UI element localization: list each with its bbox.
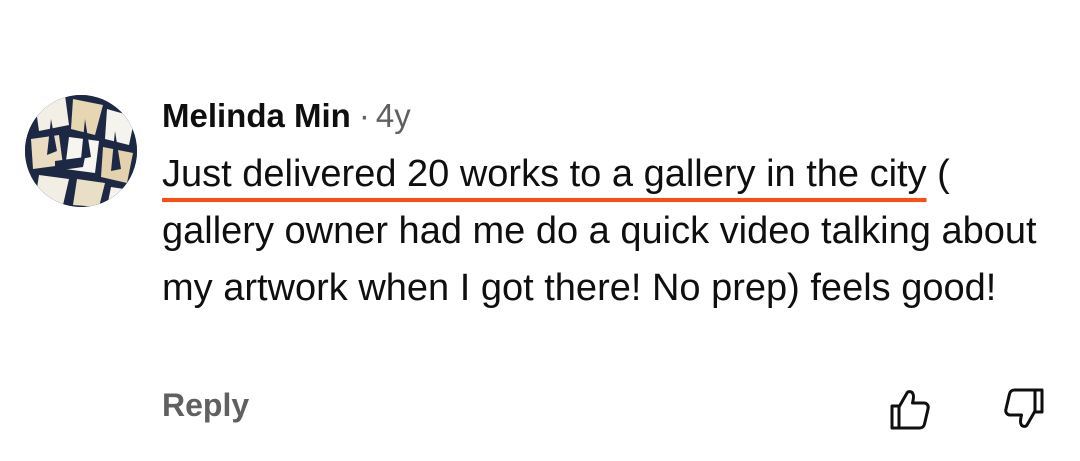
comment-text: Just delivered 20 works to a gallery in … xyxy=(162,146,1052,317)
comment-header: Melinda Min · 4y xyxy=(162,92,1062,140)
comment-body: Melinda Min · 4y Just delivered 20 works t… xyxy=(162,92,1062,317)
like-button[interactable] xyxy=(886,385,934,433)
dislike-button[interactable] xyxy=(1000,385,1048,433)
comment-item: Melinda Min · 4y Just delivered 20 works t… xyxy=(0,0,1080,461)
comment-actions: Reply xyxy=(0,385,1080,435)
meta-separator: · xyxy=(358,97,370,134)
thumbs-up-icon xyxy=(890,390,930,430)
highlighted-text: Just delivered 20 works to a gallery in … xyxy=(162,153,927,195)
thumbs-down-icon xyxy=(1004,388,1044,428)
avatar[interactable] xyxy=(25,95,137,207)
avatar-image xyxy=(25,95,137,207)
comment-age[interactable]: 4y xyxy=(376,97,411,134)
author-name[interactable]: Melinda Min xyxy=(162,97,351,134)
reply-button[interactable]: Reply xyxy=(162,387,249,424)
